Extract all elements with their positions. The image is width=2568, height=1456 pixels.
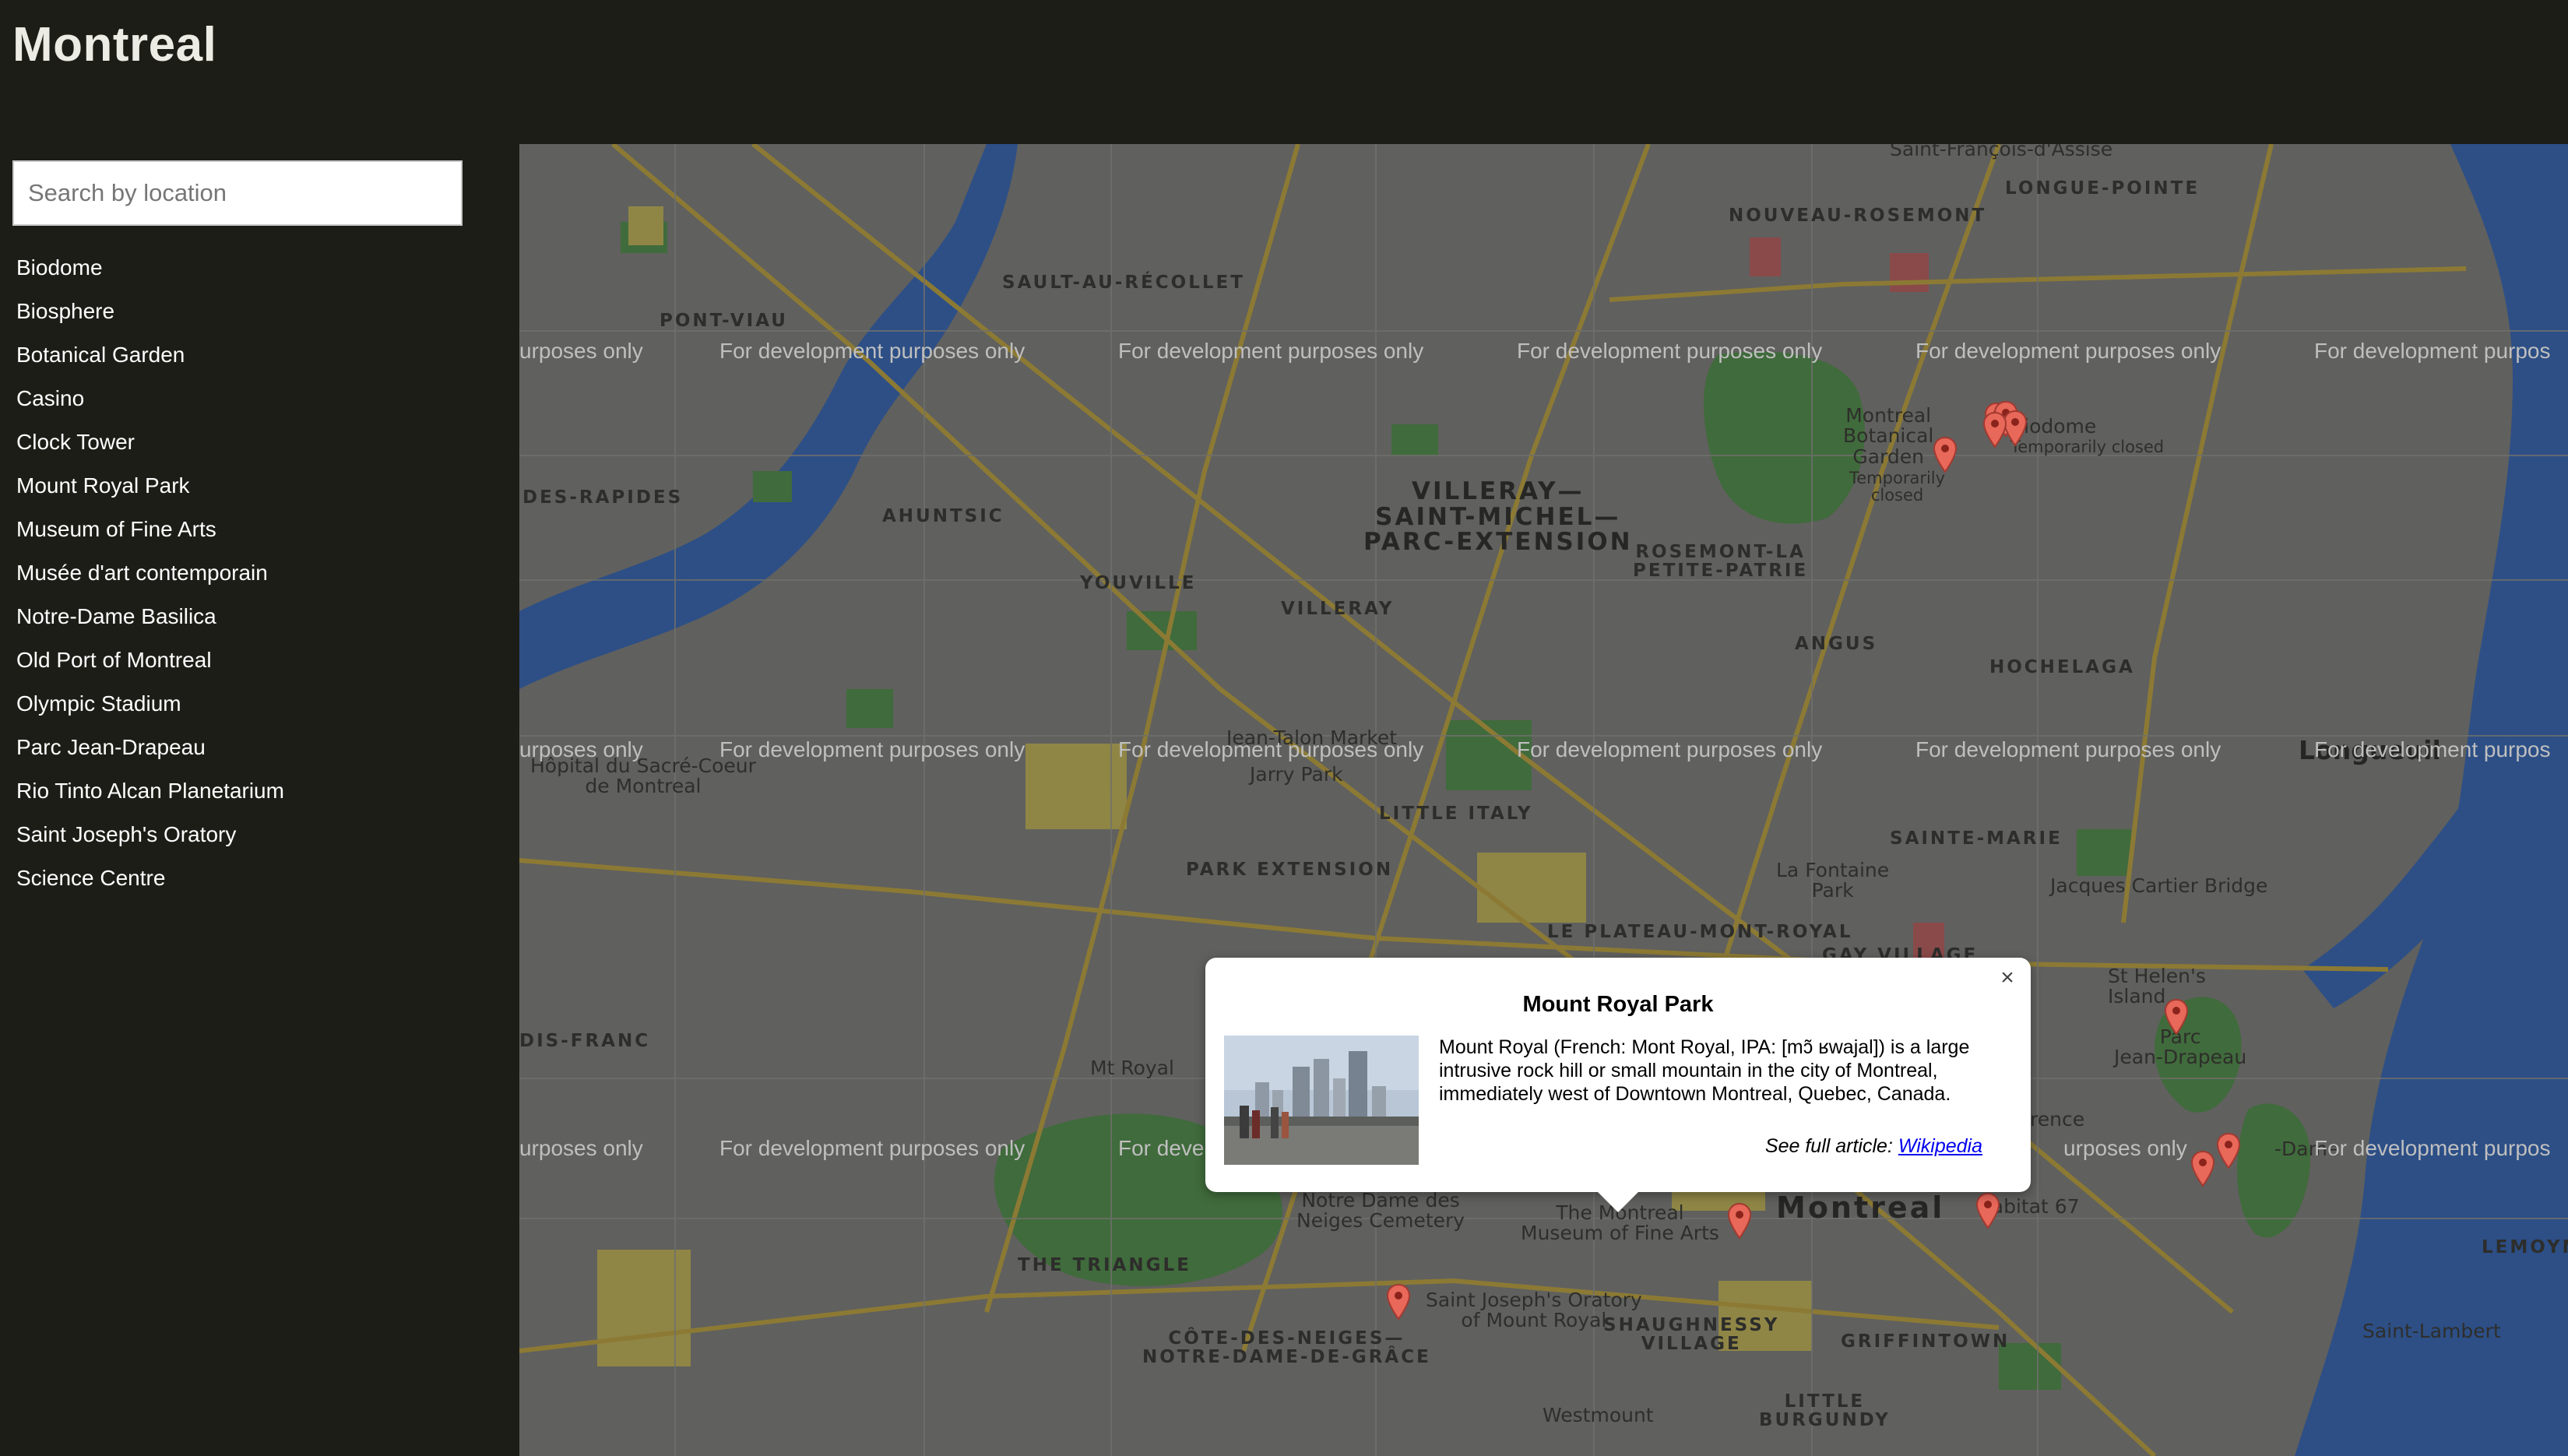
- map-marker-icon[interactable]: [1387, 1284, 1410, 1320]
- map-label-longue-pointe: LONGUE-POINTE: [2005, 178, 2200, 199]
- location-item-olympic-stadium[interactable]: Olympic Stadium: [16, 682, 284, 726]
- map-label-rosemont: ROSEMONT-LA PETITE-PATRIE: [1633, 542, 1809, 582]
- map-label-dis-franc: DIS-FRANC: [519, 1031, 651, 1051]
- map-label-ahuntsic: AHUNTSIC: [882, 506, 1004, 526]
- location-item-planetarium[interactable]: Rio Tinto Alcan Planetarium: [16, 769, 284, 813]
- info-window-see-full-label: See full article:: [1764, 1135, 1893, 1157]
- map-label-little-burgundy: LITTLE BURGUNDY: [1759, 1391, 1891, 1431]
- map-label-angus: ANGUS: [1795, 634, 1878, 654]
- map-label-st-helens-island: St Helen's Island: [2108, 965, 2206, 1008]
- map-marker-icon[interactable]: [1728, 1203, 1751, 1239]
- map-label-jean-talon-market: Jean-Talon Market: [1226, 726, 1398, 749]
- info-window: × Mount Royal Park Mount Royal (French: …: [1205, 958, 2031, 1212]
- wikipedia-link[interactable]: Wikipedia: [1898, 1135, 1982, 1157]
- map-label-park-extension: PARK EXTENSION: [1186, 860, 1394, 880]
- map-label-hopital: Hôpital du Sacré-Coeur de Montreal: [530, 754, 756, 798]
- location-item-notre-dame-basilica[interactable]: Notre-Dame Basilica: [16, 595, 284, 638]
- map-marker-icon[interactable]: [1983, 412, 2007, 448]
- map-label-lemoyne: LEMOYNE: [2482, 1237, 2568, 1257]
- map-marker-icon[interactable]: [2191, 1151, 2214, 1187]
- location-item-museum-of-fine-arts[interactable]: Museum of Fine Arts: [16, 508, 284, 551]
- map-label-sault-au-recollet: SAULT-AU-RÉCOLLET: [1002, 273, 1245, 293]
- map-label-des-rapides: DES-RAPIDES: [522, 487, 684, 508]
- map-label-nouveau-rosemont: NOUVEAU-ROSEMONT: [1729, 206, 1987, 226]
- map-marker-icon[interactable]: [1976, 1193, 2000, 1229]
- info-window-article-line: See full article: Wikipedia: [1765, 1135, 1982, 1158]
- map-label-jacques-cartier-bridge: Jacques Cartier Bridge: [2050, 874, 2268, 897]
- location-item-clock-tower[interactable]: Clock Tower: [16, 420, 284, 464]
- location-list: Biodome Biosphere Botanical Garden Casin…: [16, 246, 284, 900]
- map-label-the-triangle: THE TRIANGLE: [1018, 1255, 1191, 1275]
- map-label-hochelaga: HOCHELAGA: [1989, 657, 2135, 677]
- map-label-botanical-garden: Montreal Botanical Garden: [1843, 404, 1934, 468]
- map-label-notre-dame-fragment: -Dame: [2274, 1138, 2340, 1160]
- location-item-biosphere[interactable]: Biosphere: [16, 290, 284, 333]
- location-item-mount-royal-park[interactable]: Mount Royal Park: [16, 464, 284, 508]
- map-label-youville: YOUVILLE: [1080, 573, 1197, 593]
- location-item-science-centre[interactable]: Science Centre: [16, 856, 284, 900]
- info-window-description: Mount Royal (French: Mont Royal, IPA: [m…: [1439, 1036, 1970, 1105]
- map-label-terence-fragment: rence: [2030, 1108, 2085, 1131]
- map-marker-icon[interactable]: [2003, 410, 2027, 446]
- map-label-notre-dame-cemetery: Notre Dame des Neiges Cemetery: [1296, 1189, 1465, 1233]
- location-item-saint-josephs-oratory[interactable]: Saint Joseph's Oratory: [16, 813, 284, 856]
- map-label-biodome-closed: Temporarily closed: [2010, 438, 2165, 456]
- map-label-villeray-saint-michel: VILLERAY— SAINT-MICHEL— PARC-EXTENSION: [1363, 477, 1633, 557]
- map-marker-icon[interactable]: [1933, 437, 1957, 473]
- map-label-pont-viau: PONT-VIAU: [660, 311, 788, 331]
- map-base-layer: [519, 144, 2568, 1456]
- location-item-casino[interactable]: Casino: [16, 377, 284, 420]
- map-label-sainte-marie: SAINTE-MARIE: [1890, 828, 2063, 849]
- map[interactable]: NOUVEAU-ROSEMONT LONGUE-POINTE Saint-Fra…: [519, 144, 2568, 1456]
- map-label-saint-josephs-oratory: Saint Joseph's Oratory of Mount Royal: [1426, 1289, 1642, 1332]
- map-marker-icon[interactable]: [2165, 999, 2188, 1035]
- page-title: Montreal: [12, 18, 217, 72]
- map-label-longueuil: Longueuil: [2299, 735, 2441, 765]
- info-window-title: Mount Royal Park: [1522, 992, 1714, 1017]
- close-icon[interactable]: ×: [1993, 964, 2021, 992]
- map-label-griffintown: GRIFFINTOWN: [1841, 1331, 2010, 1352]
- location-item-botanical-garden[interactable]: Botanical Garden: [16, 333, 284, 377]
- map-label-cote-des-neiges: CÔTE-DES-NEIGES— NOTRE-DAME-DE-GRÂCE: [1142, 1328, 1431, 1368]
- info-window-photo: [1224, 1036, 1419, 1165]
- location-item-parc-jean-drapeau[interactable]: Parc Jean-Drapeau: [16, 726, 284, 769]
- location-item-old-port[interactable]: Old Port of Montreal: [16, 638, 284, 682]
- map-label-plateau: LE PLATEAU-MONT-ROYAL: [1547, 922, 1853, 942]
- map-marker-icon[interactable]: [2217, 1133, 2240, 1169]
- map-label-villeray: VILLERAY: [1281, 599, 1395, 619]
- map-label-westmount: Westmount: [1543, 1404, 1654, 1426]
- map-label-la-fontaine-park: La Fontaine Park: [1776, 859, 1890, 902]
- location-item-musee-art-contemporain[interactable]: Musée d'art contemporain: [16, 551, 284, 595]
- location-item-biodome[interactable]: Biodome: [16, 246, 284, 290]
- map-label-saint-lambert: Saint-Lambert: [2362, 1320, 2501, 1342]
- search-input[interactable]: [12, 160, 463, 226]
- map-label-mt-royal: Mt Royal: [1090, 1057, 1174, 1079]
- map-label-little-italy: LITTLE ITALY: [1379, 804, 1533, 824]
- map-label-saint-francois: Saint-François-d'Assise: [1890, 144, 2113, 160]
- map-label-botanical-closed: Temporarily closed: [1849, 469, 1946, 505]
- map-label-jarry-park: Jarry Park: [1250, 763, 1343, 786]
- map-label-montreal: Montreal: [1776, 1190, 1945, 1225]
